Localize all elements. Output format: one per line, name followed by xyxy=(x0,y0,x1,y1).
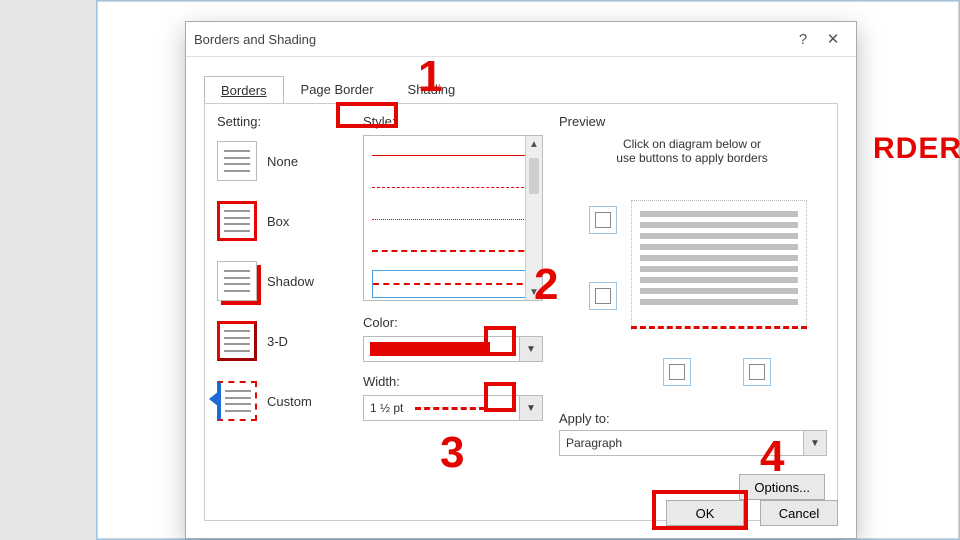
titlebar: Borders and Shading ? ✕ xyxy=(186,22,856,57)
preview-bottom-border xyxy=(631,326,807,329)
border-bottom-icon xyxy=(595,288,611,304)
borders-shading-dialog: Borders and Shading ? ✕ Borders Page Bor… xyxy=(185,21,857,539)
apply-to-label: Apply to: xyxy=(559,411,825,426)
chevron-down-icon[interactable]: ▼ xyxy=(519,396,542,420)
cropped-text: RDER xyxy=(873,132,960,166)
preview-column: Preview Click on diagram below or use bu… xyxy=(559,114,825,510)
tab-shading-label: Shading xyxy=(408,82,456,97)
setting-shadow[interactable]: Shadow xyxy=(217,255,347,307)
style-option[interactable] xyxy=(372,142,534,168)
width-dropdown[interactable]: 1 ½ pt ▼ xyxy=(363,395,543,421)
tabstrip: Borders Page Border Shading xyxy=(204,75,856,103)
preview-hint: Click on diagram below or use buttons to… xyxy=(559,137,825,165)
border-right-icon xyxy=(749,364,765,380)
preview-hint-line1: Click on diagram below or xyxy=(623,137,761,151)
setting-custom[interactable]: Custom xyxy=(217,375,347,427)
color-swatch-icon xyxy=(370,342,490,356)
style-column: Style: ▲ ▼ Color: xyxy=(363,114,543,510)
chevron-down-icon[interactable]: ▼ xyxy=(803,431,826,455)
custom-icon xyxy=(217,381,257,421)
style-listbox[interactable]: ▲ ▼ xyxy=(363,135,543,301)
width-sample-icon xyxy=(415,407,485,410)
scroll-down-icon[interactable]: ▼ xyxy=(526,284,542,300)
box-icon xyxy=(217,201,257,241)
preview-label: Preview xyxy=(559,114,825,129)
tab-borders[interactable]: Borders xyxy=(204,76,284,104)
setting-custom-label: Custom xyxy=(267,394,312,409)
tab-shading[interactable]: Shading xyxy=(391,75,473,103)
setting-3d-label: 3-D xyxy=(267,334,288,349)
scroll-thumb[interactable] xyxy=(529,158,539,194)
tab-page-border[interactable]: Page Border xyxy=(284,75,391,103)
border-top-icon xyxy=(595,212,611,228)
apply-to-row: Apply to: Paragraph ▼ xyxy=(559,411,825,456)
tab-borders-label: Borders xyxy=(221,83,267,98)
color-dropdown[interactable]: ▼ xyxy=(363,336,543,362)
style-option[interactable] xyxy=(372,174,534,200)
color-value xyxy=(364,342,519,356)
width-label: Width: xyxy=(363,374,543,389)
apply-to-value: Paragraph xyxy=(560,436,803,450)
setting-label: Setting: xyxy=(217,114,347,129)
shadow-icon xyxy=(217,261,257,301)
width-value-text: 1 ½ pt xyxy=(370,401,403,415)
border-left-icon xyxy=(669,364,685,380)
border-bottom-button[interactable] xyxy=(589,282,617,310)
dialog-title: Borders and Shading xyxy=(194,32,788,47)
chevron-down-icon[interactable]: ▼ xyxy=(519,337,542,361)
scroll-up-icon[interactable]: ▲ xyxy=(526,136,542,152)
setting-box-label: Box xyxy=(267,214,289,229)
style-scrollbar[interactable]: ▲ ▼ xyxy=(525,136,542,300)
preview-diagram[interactable] xyxy=(631,200,807,330)
cancel-button[interactable]: Cancel xyxy=(760,500,838,526)
ok-button[interactable]: OK xyxy=(666,500,744,526)
style-option[interactable] xyxy=(372,238,534,264)
setting-box[interactable]: Box xyxy=(217,195,347,247)
width-value: 1 ½ pt xyxy=(364,401,519,415)
setting-column: Setting: None Box Shadow 3-D xyxy=(217,114,347,510)
options-button[interactable]: Options... xyxy=(739,474,825,500)
setting-shadow-label: Shadow xyxy=(267,274,314,289)
border-right-button[interactable] xyxy=(743,358,771,386)
border-left-button[interactable] xyxy=(663,358,691,386)
border-top-button[interactable] xyxy=(589,206,617,234)
tab-page-border-label: Page Border xyxy=(301,82,374,97)
help-button[interactable]: ? xyxy=(788,31,818,48)
style-option-selected[interactable] xyxy=(372,270,534,298)
setting-none[interactable]: None xyxy=(217,135,347,187)
threed-icon xyxy=(217,321,257,361)
setting-none-label: None xyxy=(267,154,298,169)
setting-3d[interactable]: 3-D xyxy=(217,315,347,367)
dialog-panel: Setting: None Box Shadow 3-D xyxy=(204,103,838,521)
close-button[interactable]: ✕ xyxy=(818,30,848,48)
color-label: Color: xyxy=(363,315,543,330)
style-option[interactable] xyxy=(372,206,534,232)
apply-to-dropdown[interactable]: Paragraph ▼ xyxy=(559,430,827,456)
none-icon xyxy=(217,141,257,181)
style-label: Style: xyxy=(363,114,543,129)
preview-hint-line2: use buttons to apply borders xyxy=(616,151,767,165)
dialog-footer: OK Cancel xyxy=(666,500,838,526)
